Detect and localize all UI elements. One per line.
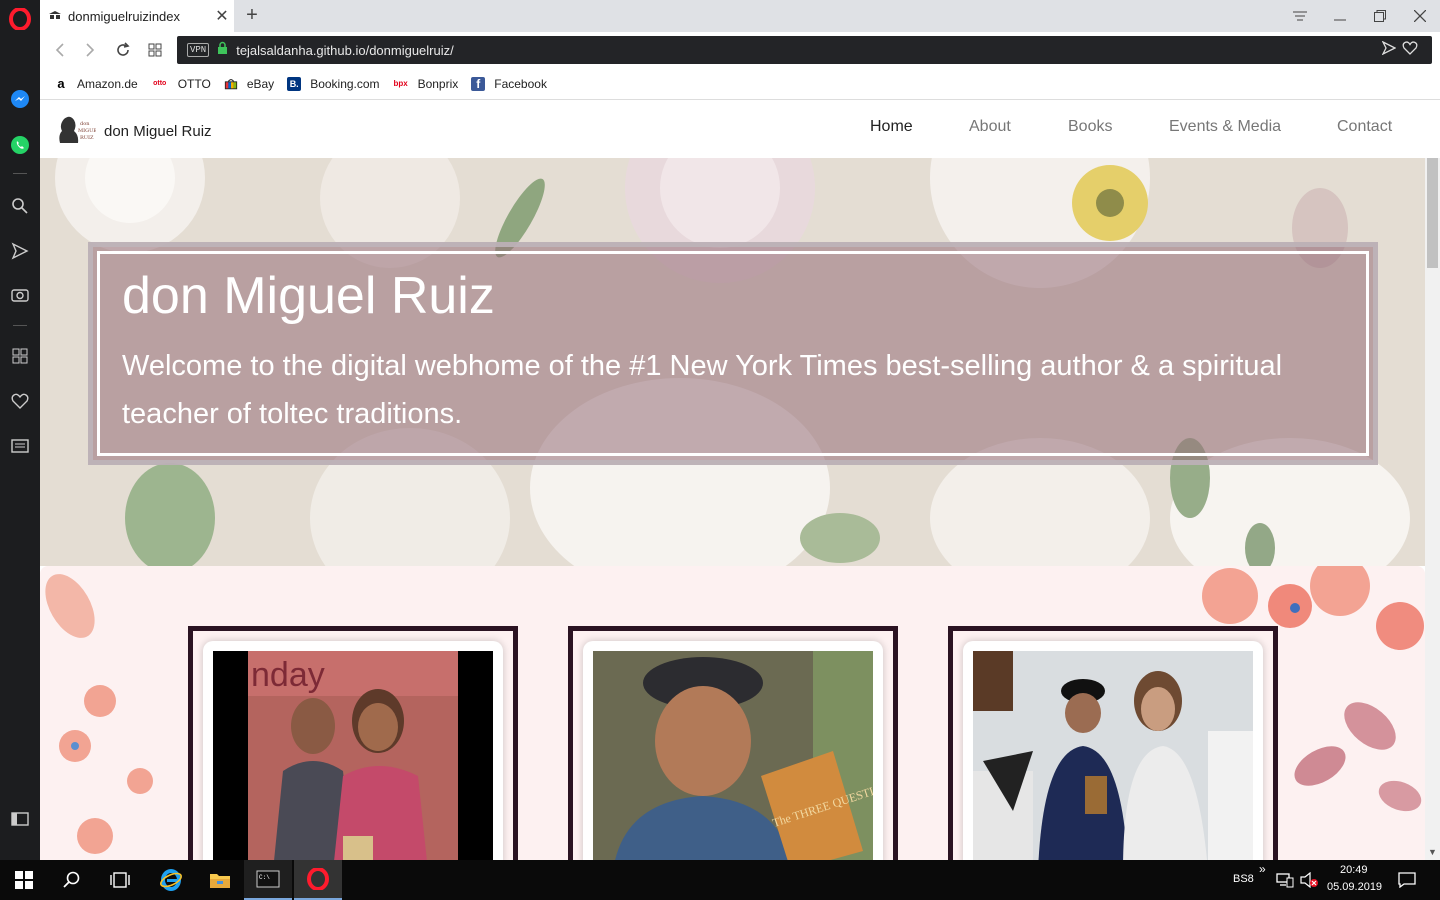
ebay-icon — [224, 77, 238, 91]
url-bar[interactable]: VPN tejalsaldanha.github.io/donmiguelrui… — [177, 36, 1432, 64]
speed-dial-icon[interactable] — [8, 344, 32, 368]
site-navbar: don MIGUEL RUIZ don Miguel Ruiz Home Abo… — [40, 101, 1440, 158]
bookmark-amazon[interactable]: a Amazon.de — [54, 76, 138, 91]
back-icon[interactable] — [48, 38, 72, 62]
photo-mat — [963, 641, 1263, 860]
page-viewport: don MIGUEL RUIZ don Miguel Ruiz Home Abo… — [40, 101, 1440, 860]
bookmark-label: Booking.com — [310, 76, 380, 91]
snap-send-icon[interactable] — [1381, 40, 1397, 60]
tab-menu-icon[interactable] — [1285, 4, 1315, 28]
photo-three-questions: The THREE QUESTIONS — [593, 651, 873, 860]
opera-sidebar — [0, 0, 40, 860]
photo-card: The THREE QUESTIONS — [568, 626, 898, 860]
tab-close-icon[interactable]: ✕ — [210, 6, 234, 26]
tray-expand-icon[interactable]: » — [1259, 862, 1266, 876]
site-favicon-icon — [48, 9, 62, 24]
terminal-icon[interactable]: C:\ — [244, 860, 292, 900]
windows-start-icon[interactable] — [0, 860, 48, 900]
svg-text:nday: nday — [251, 656, 325, 694]
speed-dial-button-icon[interactable] — [143, 38, 167, 62]
bookmarks-bar: a Amazon.de otto OTTO eBay B. Booking.co… — [40, 68, 1440, 100]
tab-strip: donmiguelruizindex ✕ + — [40, 0, 1440, 32]
lock-icon[interactable] — [217, 41, 228, 59]
photo-mat: The THREE QUESTIONS — [583, 641, 883, 860]
task-view-icon[interactable] — [96, 860, 144, 900]
new-tab-button[interactable]: + — [240, 4, 264, 28]
svg-text:RUIZ: RUIZ — [80, 135, 94, 141]
sidebar-toggle-icon[interactable] — [8, 807, 32, 831]
messenger-icon[interactable] — [8, 87, 32, 111]
svg-text:don: don — [80, 121, 90, 127]
vpn-badge[interactable]: VPN — [187, 43, 210, 57]
clock-time[interactable]: 20:49 — [1340, 864, 1368, 876]
close-window-button[interactable] — [1405, 4, 1435, 28]
bookmark-bonprix[interactable]: bpx Bonprix — [393, 76, 459, 91]
opera-taskbar-icon[interactable] — [294, 860, 342, 900]
brand-name[interactable]: don Miguel Ruiz — [104, 123, 212, 140]
bookmark-label: Amazon.de — [77, 76, 138, 91]
network-icon[interactable] — [1276, 872, 1294, 893]
hero-inner-border: don Miguel Ruiz Welcome to the digital w… — [97, 251, 1369, 456]
hero-section: don Miguel Ruiz Welcome to the digital w… — [40, 158, 1425, 566]
nav-books[interactable]: Books — [1068, 118, 1112, 136]
brand-link[interactable]: don MIGUEL RUIZ don Miguel Ruiz — [56, 113, 212, 150]
file-explorer-icon[interactable] — [196, 860, 244, 900]
input-language[interactable]: BS8 — [1233, 873, 1254, 885]
minimize-button[interactable] — [1325, 4, 1355, 28]
booking-icon: B. — [287, 76, 302, 91]
hero-title: don Miguel Ruiz — [122, 267, 495, 325]
nav-events-media[interactable]: Events & Media — [1169, 118, 1281, 136]
internet-explorer-icon[interactable] — [147, 860, 195, 900]
volume-muted-icon[interactable] — [1300, 871, 1320, 893]
restore-button[interactable] — [1365, 4, 1395, 28]
svg-text:MIGUEL: MIGUEL — [78, 128, 96, 134]
tab-active[interactable]: donmiguelruizindex ✕ — [40, 0, 234, 32]
amazon-icon: a — [54, 76, 68, 91]
reload-icon[interactable] — [111, 38, 135, 62]
scroll-down-arrow-icon[interactable]: ▼ — [1425, 845, 1440, 860]
photo-card — [948, 626, 1278, 860]
address-bar-row: VPN tejalsaldanha.github.io/donmiguelrui… — [40, 32, 1440, 68]
bonprix-icon: bpx — [393, 79, 408, 88]
bookmark-otto[interactable]: otto OTTO — [151, 77, 211, 91]
otto-icon: otto — [153, 80, 167, 87]
nav-home[interactable]: Home — [870, 118, 913, 136]
taskbar-search-icon[interactable] — [48, 860, 96, 900]
photo-mat: nday — [203, 641, 503, 860]
heart-icon[interactable] — [8, 389, 32, 413]
notification-icon[interactable] — [1398, 872, 1416, 893]
whatsapp-icon[interactable] — [8, 133, 32, 157]
nav-contact[interactable]: Contact — [1337, 118, 1392, 136]
photo-with-woman — [973, 651, 1253, 860]
bookmark-label: Facebook — [494, 76, 547, 91]
bookmark-facebook[interactable]: f Facebook — [471, 76, 547, 91]
gallery-section: nday The THREE QUESTIONS — [40, 566, 1425, 860]
svg-text:C:\: C:\ — [259, 874, 270, 881]
photo-card: nday — [188, 626, 518, 860]
photo-oprah: nday — [213, 651, 493, 860]
tab-title: donmiguelruizindex — [68, 8, 181, 24]
forward-icon[interactable] — [78, 38, 102, 62]
bookmark-heart-icon[interactable] — [1402, 40, 1418, 60]
hero-banner: don Miguel Ruiz Welcome to the digital w… — [88, 242, 1378, 465]
hero-subtitle: Welcome to the digital webhome of the #1… — [122, 350, 1283, 430]
opera-menu-icon[interactable] — [8, 7, 32, 31]
windows-taskbar: C:\ BS8 » 20:49 05.09.2019 — [0, 860, 1440, 900]
brand-logo-icon: don MIGUEL RUIZ — [56, 113, 101, 150]
facebook-icon: f — [471, 76, 486, 91]
send-icon[interactable] — [8, 239, 32, 263]
bookmark-label: OTTO — [177, 76, 211, 91]
url-text[interactable]: tejalsaldanha.github.io/donmiguelruiz/ — [236, 43, 454, 58]
news-icon[interactable] — [8, 434, 32, 458]
camera-icon[interactable] — [8, 283, 32, 307]
bookmark-booking[interactable]: B. Booking.com — [287, 76, 380, 91]
search-icon[interactable] — [8, 194, 32, 218]
scrollbar-thumb[interactable] — [1427, 158, 1438, 268]
clock-date[interactable]: 05.09.2019 — [1327, 881, 1382, 893]
bookmark-label: eBay — [246, 76, 275, 91]
page-scrollbar[interactable]: ▼ — [1425, 158, 1440, 860]
bookmark-ebay[interactable]: eBay — [224, 77, 274, 91]
bookmark-label: Bonprix — [417, 76, 459, 91]
nav-about[interactable]: About — [969, 118, 1011, 136]
